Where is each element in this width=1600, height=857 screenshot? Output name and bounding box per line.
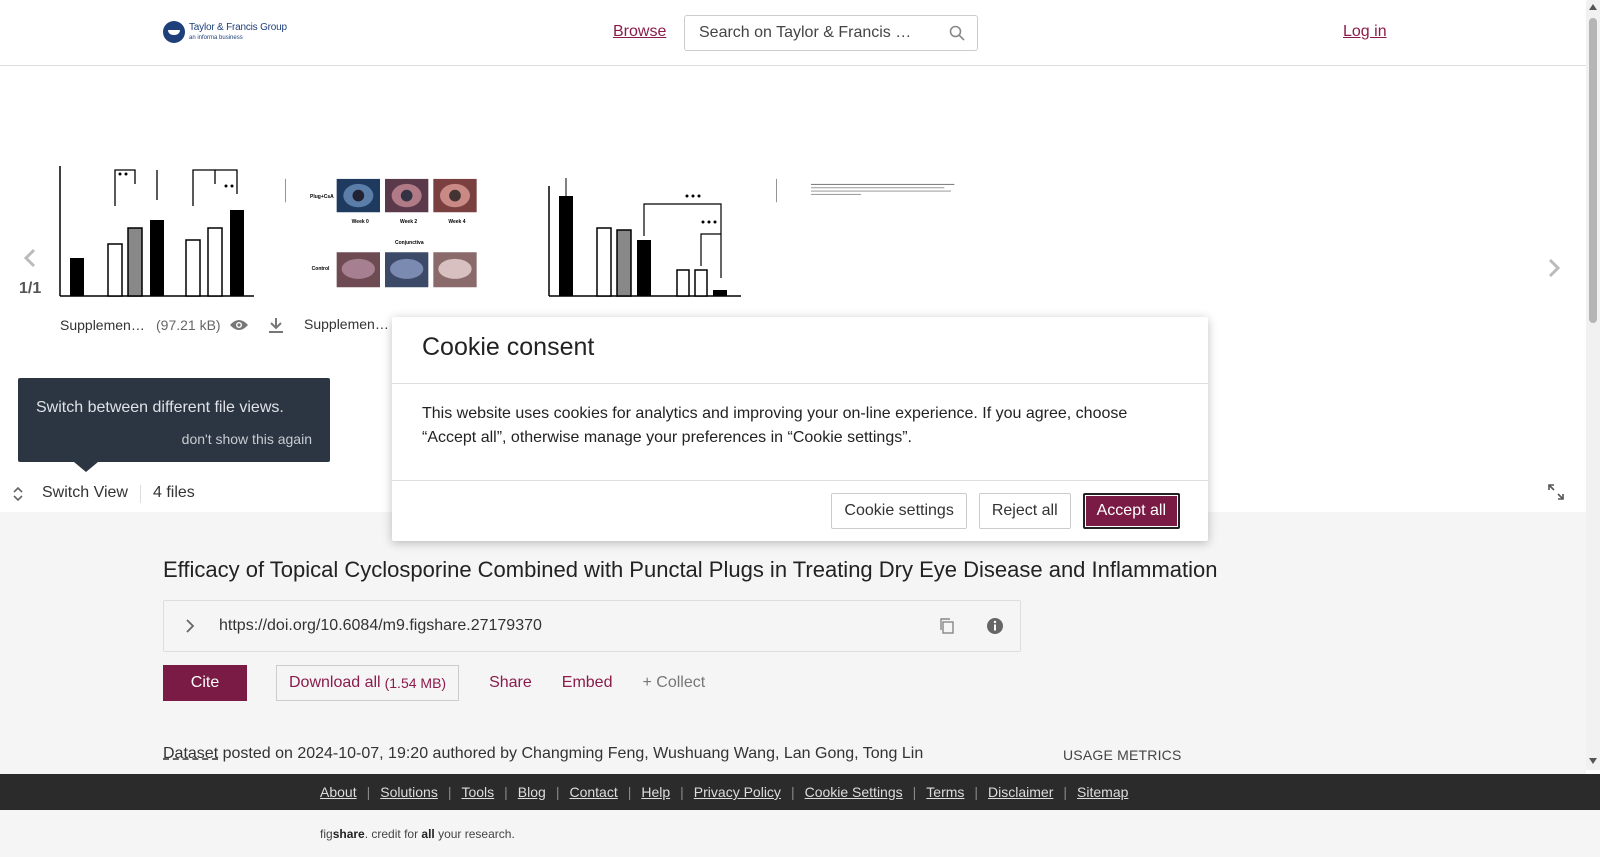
scroll-down-arrow-icon[interactable] <box>1589 758 1597 764</box>
site-footer: About | Solutions | Tools | Blog | Contact | … <box>0 774 1600 810</box>
file-label-2: Supplementary <box>304 316 392 332</box>
footer-link-blog[interactable]: Blog <box>518 784 546 800</box>
files-count: 4 files <box>153 484 195 501</box>
download-size: (1.54 MB) <box>384 675 447 691</box>
page-counter: 1/1 <box>19 280 42 297</box>
label-conjunctiva: Conjunctiva <box>395 240 424 246</box>
tagline-bar: figshare. credit for all your research. <box>0 810 1600 857</box>
site-header: Taylor & Francis Group an informa busine… <box>0 0 1586 66</box>
share-button[interactable]: Share <box>489 674 532 692</box>
scroll-up-arrow-icon[interactable] <box>1589 4 1597 10</box>
divider <box>140 485 141 503</box>
cookie-dialog-buttons: Cookie settings Reject all Accept all <box>831 493 1180 529</box>
doi-box: https://doi.org/10.6084/m9.figshare.2717… <box>163 600 1021 652</box>
file-thumbnail-1[interactable] <box>58 166 258 301</box>
footer-link-cookie-settings[interactable]: Cookie Settings <box>805 784 903 800</box>
info-icon[interactable] <box>986 617 1004 635</box>
bar-chart-thumbnail-2 <box>548 178 741 297</box>
boat-logo-icon <box>163 21 185 43</box>
label-plug-csa: Plug+CsA <box>310 194 334 200</box>
footer-link-privacy[interactable]: Privacy Policy <box>694 784 781 800</box>
file-name-1[interactable]: Supplementary <box>60 317 148 333</box>
footer-link-help[interactable]: Help <box>641 784 670 800</box>
embed-button[interactable]: Embed <box>562 674 613 692</box>
switch-view-tooltip: Switch between different file views. don… <box>18 378 330 472</box>
footer-link-contact[interactable]: Contact <box>569 784 617 800</box>
document-thumbnail <box>775 178 955 203</box>
figshare-tagline: figshare. credit for all your research. <box>320 827 515 841</box>
logo-subtitle: an informa business <box>189 35 243 41</box>
footer-link-tools[interactable]: Tools <box>461 784 494 800</box>
eye-icon[interactable] <box>229 318 249 332</box>
doi-link[interactable]: https://doi.org/10.6084/m9.figshare.2717… <box>219 617 542 635</box>
tooltip-arrow <box>74 462 98 472</box>
label-week-0: Week 0 <box>352 219 369 225</box>
posted-text: posted on 2024-10-07, 19:20 authored by … <box>222 745 924 762</box>
file-name-2[interactable]: Supplementary <box>304 316 392 332</box>
tooltip-text: Switch between different file views. <box>36 399 284 416</box>
cookie-settings-button[interactable]: Cookie settings <box>831 493 967 529</box>
switch-view-icon[interactable] <box>11 487 25 501</box>
fullscreen-icon[interactable] <box>1548 484 1564 500</box>
switch-view-button[interactable]: Switch View <box>42 484 128 502</box>
download-all-label: Download all <box>289 674 381 691</box>
divider <box>392 383 1208 384</box>
file-thumbnail-3[interactable] <box>545 166 745 301</box>
label-week-2: Week 2 <box>400 219 417 225</box>
login-link[interactable]: Log in <box>1343 23 1387 41</box>
dont-show-again-link[interactable]: don't show this again <box>182 431 312 447</box>
usage-metrics-heading: USAGE METRICS <box>1063 747 1182 763</box>
item-type-link[interactable]: Dataset <box>163 745 218 762</box>
scroll-thumb[interactable] <box>1589 18 1597 323</box>
photo-grid-thumbnail: Plug+CsA Week 0 Week 2 Week 4 Conjunctiv… <box>284 178 477 288</box>
footer-link-disclaimer[interactable]: Disclaimer <box>988 784 1053 800</box>
footer-link-about[interactable]: About <box>320 784 357 800</box>
browse-link[interactable]: Browse <box>613 23 666 41</box>
cookie-dialog-body: This website uses cookies for analytics … <box>422 405 1128 446</box>
collect-button[interactable]: + Collect <box>642 674 705 692</box>
download-all-button[interactable]: Download all (1.54 MB) <box>276 665 460 701</box>
accept-all-button[interactable]: Accept all <box>1082 493 1180 529</box>
footer-links: About | Solutions | Tools | Blog | Contact | … <box>320 784 1129 800</box>
file-thumbnail-2[interactable]: Plug+CsA Week 0 Week 2 Week 4 Conjunctiv… <box>284 166 485 301</box>
reject-all-button[interactable]: Reject all <box>978 493 1071 529</box>
posted-info: Dataset posted on 2024-10-07, 19:20 auth… <box>163 745 923 763</box>
search-box[interactable] <box>684 15 978 51</box>
footer-link-terms[interactable]: Terms <box>926 784 964 800</box>
action-buttons: Cite Download all (1.54 MB) Share Embed … <box>163 665 705 701</box>
page-scrollbar[interactable] <box>1586 0 1600 770</box>
footer-link-sitemap[interactable]: Sitemap <box>1077 784 1128 800</box>
taylor-francis-logo[interactable]: Taylor & Francis Group an informa busine… <box>163 21 287 43</box>
file-size-1: (97.21 kB) <box>156 317 221 333</box>
label-control: Control <box>312 266 330 272</box>
bar-chart-thumbnail <box>59 166 254 297</box>
file-thumbnail-4[interactable] <box>775 166 976 301</box>
search-icon[interactable] <box>949 25 965 41</box>
file-label-1: Supplementary (97.21 kB) <box>60 316 285 334</box>
divider <box>392 480 1208 481</box>
copy-icon[interactable] <box>938 617 956 635</box>
search-input[interactable] <box>699 24 929 42</box>
dataset-details: Efficacy of Topical Cyclosporine Combine… <box>0 512 1586 774</box>
previous-arrow-icon[interactable] <box>22 248 38 268</box>
cookie-dialog-title: Cookie consent <box>422 333 595 361</box>
dataset-title: Efficacy of Topical Cyclosporine Combine… <box>163 557 1218 582</box>
footer-link-solutions[interactable]: Solutions <box>380 784 438 800</box>
cookie-consent-dialog: Cookie consent This website uses cookies… <box>392 317 1208 541</box>
next-arrow-icon[interactable] <box>1546 258 1562 278</box>
label-week-4: Week 4 <box>448 219 465 225</box>
cite-button[interactable]: Cite <box>163 665 247 701</box>
chevron-right-icon[interactable] <box>184 619 196 633</box>
logo-title: Taylor & Francis Group <box>189 22 287 33</box>
download-icon[interactable] <box>267 316 285 334</box>
